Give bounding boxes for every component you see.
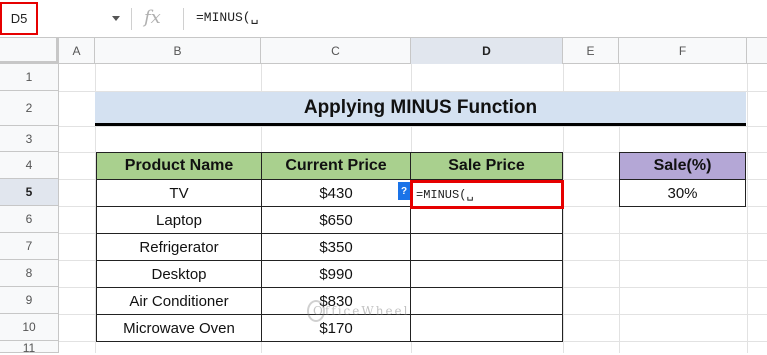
fx-icon: fx	[144, 7, 161, 28]
row-header-5[interactable]: 5	[0, 179, 59, 206]
active-cell-d5[interactable]: =MINUS(␣	[410, 180, 564, 209]
sheet-title[interactable]: Applying MINUS Function	[95, 92, 746, 126]
table-cell-product[interactable]: Refrigerator	[96, 234, 262, 261]
row-header-9[interactable]: 9	[0, 287, 59, 314]
name-box[interactable]: D5	[0, 2, 38, 35]
table-cell-sale[interactable]	[411, 288, 563, 315]
table-cell-price[interactable]: $170	[262, 315, 411, 342]
grid-line	[59, 126, 767, 127]
column-header-e[interactable]: E	[563, 38, 619, 64]
row-header-1[interactable]: 1	[0, 64, 59, 91]
table-cell-sale[interactable]	[411, 315, 563, 342]
table-cell-sale[interactable]	[411, 207, 563, 234]
name-box-dropdown-icon[interactable]	[112, 16, 120, 21]
table-cell-product[interactable]: Desktop	[96, 261, 262, 288]
table-header-sale-price[interactable]: Sale Price	[411, 152, 563, 180]
table-cell-product[interactable]: Microwave Oven	[96, 315, 262, 342]
column-header-a[interactable]: A	[59, 38, 95, 64]
watermark: OfficeWheel	[313, 304, 410, 318]
row-header-2[interactable]: 2	[0, 91, 59, 126]
row-header-8[interactable]: 8	[0, 260, 59, 287]
divider	[131, 8, 132, 30]
formula-help-icon[interactable]: ?	[398, 182, 410, 200]
column-header-c[interactable]: C	[261, 38, 411, 64]
table-cell-product[interactable]: TV	[96, 180, 262, 207]
table-cell-price[interactable]: $430	[262, 180, 411, 207]
row-header-6[interactable]: 6	[0, 206, 59, 233]
row-header-4[interactable]: 4	[0, 152, 59, 179]
table-header-product-name[interactable]: Product Name	[96, 152, 262, 180]
grid-line	[747, 64, 748, 353]
table-cell-product[interactable]: Laptop	[96, 207, 262, 234]
sale-percent-header[interactable]: Sale(%)	[619, 152, 746, 180]
table-cell-price[interactable]: $350	[262, 234, 411, 261]
sale-percent-value[interactable]: 30%	[619, 180, 746, 207]
table-cell-product[interactable]: Air Conditioner	[96, 288, 262, 315]
column-header-b[interactable]: B	[95, 38, 261, 64]
column-header-bar: A B C D E F	[0, 38, 767, 64]
row-header-10[interactable]: 10	[0, 314, 59, 341]
row-header-3[interactable]: 3	[0, 126, 59, 152]
table-cell-sale[interactable]	[411, 261, 563, 288]
divider	[183, 8, 184, 30]
formula-input[interactable]: =MINUS(␣	[196, 10, 258, 25]
column-header-f[interactable]: F	[619, 38, 747, 64]
table-cell-price[interactable]: $650	[262, 207, 411, 234]
table-cell-sale[interactable]	[411, 234, 563, 261]
column-header-d[interactable]: D	[411, 38, 563, 64]
table-header-current-price[interactable]: Current Price	[262, 152, 411, 180]
row-header-11[interactable]: 11	[0, 341, 59, 355]
select-all-corner[interactable]	[0, 38, 59, 64]
table-cell-price[interactable]: $990	[262, 261, 411, 288]
formula-bar: D5 fx =MINUS(␣	[0, 0, 767, 38]
row-header-7[interactable]: 7	[0, 233, 59, 260]
